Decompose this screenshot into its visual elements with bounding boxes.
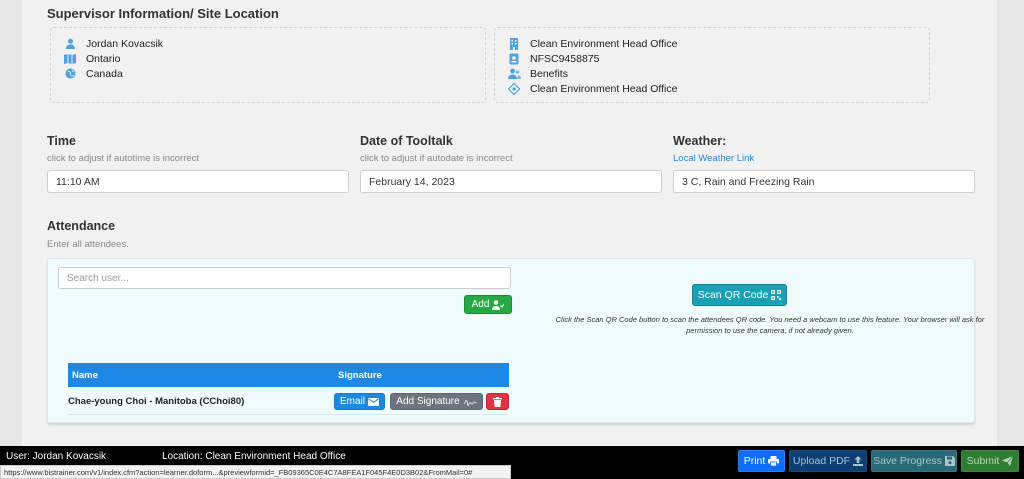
attendance-hint: Enter all attendees. [47, 239, 129, 250]
province-text: Ontario [86, 52, 121, 65]
local-weather-link[interactable]: Local Weather Link [673, 153, 754, 164]
weather-label: Weather: [673, 134, 727, 148]
country-row: Canada [63, 66, 485, 81]
attendee-table-header: Name Signature [68, 363, 509, 387]
delete-attendee-button[interactable] [486, 393, 509, 410]
upload-pdf-button[interactable]: Upload PDF [789, 450, 867, 472]
time-input[interactable]: 11:10 AM [47, 170, 349, 193]
floppy-disk-icon [944, 456, 955, 466]
site-id-row: NFSC9458875 [507, 51, 929, 66]
column-name: Name [72, 369, 98, 381]
submit-label: Submit [966, 455, 1000, 467]
attendee-table: Name Signature Chae-young Choi - Manitob… [68, 363, 509, 415]
add-attendee-button[interactable]: Add [464, 295, 512, 314]
print-label: Print [743, 455, 766, 467]
province-row: Ontario [63, 51, 485, 66]
user-icon [63, 38, 77, 50]
email-button[interactable]: Email [334, 393, 385, 410]
attendance-title: Attendance [47, 219, 116, 233]
save-progress-button[interactable]: Save Progress [871, 450, 957, 472]
paper-plane-icon [1002, 456, 1014, 466]
supervisor-name-row: Jordan Kovacsik [63, 36, 485, 51]
map-icon [63, 53, 77, 65]
weather-input[interactable]: 3 C, Rain and Freezing Rain [673, 170, 975, 193]
add-signature-label: Add Signature [396, 396, 460, 407]
email-button-label: Email [339, 396, 365, 407]
attendee-name: Chae-young Choi - Manitoba (CChoi80) [68, 396, 245, 407]
bottom-status-bar: User: Jordan Kovacsik Location: Clean En… [0, 446, 1024, 479]
footer-location: Location: Clean Environment Head Office [162, 451, 346, 462]
add-user-icon [492, 299, 505, 310]
site-location-row: Clean Environment Head Office [507, 81, 929, 96]
id-badge-icon [507, 53, 521, 65]
location-crosshair-icon [507, 82, 521, 95]
signature-icon [463, 398, 477, 406]
globe-icon [63, 68, 77, 80]
envelope-icon [368, 397, 379, 406]
scan-qr-label: Scan QR Code [697, 289, 769, 301]
save-label: Save Progress [873, 455, 942, 467]
date-hint: click to adjust if autodate is incorrect [360, 153, 513, 164]
users-icon [507, 68, 521, 80]
supervisor-section-title: Supervisor Information/ Site Location [47, 6, 279, 21]
submit-button[interactable]: Submit [961, 450, 1019, 472]
attendance-panel: Add Scan QR Code Click the Scan QR Code … [47, 258, 984, 423]
qr-instructions: Click the Scan QR Code button to scan th… [555, 315, 985, 335]
site-location-text: Clean Environment Head Office [530, 82, 678, 95]
scan-qr-code-button[interactable]: Scan QR Code [692, 284, 787, 306]
department-text: Benefits [530, 67, 568, 80]
upload-label: Upload PDF [792, 455, 851, 467]
qr-code-icon [771, 290, 782, 300]
supervisor-name: Jordan Kovacsik [86, 37, 164, 50]
country-text: Canada [86, 67, 123, 80]
trash-icon [493, 396, 502, 407]
table-row: Chae-young Choi - Manitoba (CChoi80) Ema… [68, 387, 509, 415]
column-signature: Signature [338, 369, 382, 381]
building-icon [507, 37, 521, 50]
date-input[interactable]: February 14, 2023 [360, 170, 662, 193]
status-url: https://www.bistrainer.com/v1/index.cfm?… [0, 465, 511, 479]
site-id: NFSC9458875 [530, 52, 600, 65]
department-row: Benefits [507, 66, 929, 81]
search-user-input[interactable] [58, 267, 511, 289]
upload-icon [853, 456, 864, 466]
printer-icon [768, 456, 780, 466]
supervisor-info-box: Jordan Kovacsik Ontario Canada [50, 27, 486, 103]
site-info-box: Clean Environment Head Office NFSC945887… [494, 27, 930, 103]
site-name-row: Clean Environment Head Office [507, 36, 929, 51]
time-label: Time [47, 134, 76, 148]
form-page: Supervisor Information/ Site Location Jo… [22, 0, 997, 446]
time-hint: click to adjust if autotime is incorrect [47, 153, 200, 164]
add-signature-button[interactable]: Add Signature [390, 393, 483, 410]
print-button[interactable]: Print [738, 450, 785, 472]
footer-user: User: Jordan Kovacsik [6, 451, 107, 462]
add-button-label: Add [471, 299, 490, 310]
date-label: Date of Tooltalk [360, 134, 453, 148]
site-name: Clean Environment Head Office [530, 37, 678, 50]
